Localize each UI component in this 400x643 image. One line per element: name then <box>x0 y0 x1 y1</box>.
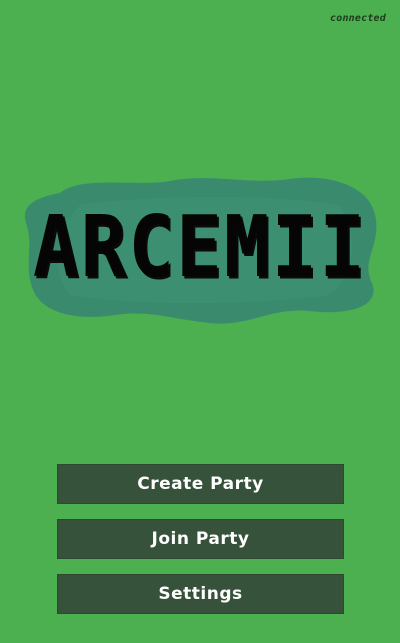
main-menu-screen: connected ARCEMII Create Party Join Part… <box>0 0 400 643</box>
logo: ARCEMII <box>20 165 380 335</box>
join-party-button[interactable]: Join Party <box>57 519 344 559</box>
settings-button[interactable]: Settings <box>57 574 344 614</box>
connection-status: connected <box>330 13 386 24</box>
logo-title: ARCEMII <box>32 196 368 297</box>
main-menu: Create Party Join Party Settings <box>57 464 344 629</box>
create-party-button[interactable]: Create Party <box>57 464 344 504</box>
